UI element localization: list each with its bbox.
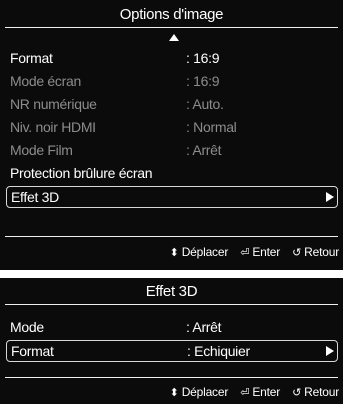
menu-item-label: Mode écran xyxy=(10,73,81,89)
hint-move: ⬍ Déplacer xyxy=(169,245,229,259)
menu-item-mode-ecran: Mode écran : 16:9 xyxy=(6,70,338,92)
menu-item-value: : Normal xyxy=(186,119,237,135)
menu-item-label: Mode Film xyxy=(10,142,73,158)
menu-item-value: : Auto. xyxy=(186,96,224,112)
key-guide: ⬍ Déplacer ⏎ Enter ↺ Retour xyxy=(169,385,340,399)
enter-icon: ⏎ xyxy=(240,247,250,259)
menu-item-value: : Arrêt xyxy=(186,142,222,158)
footer-divider xyxy=(5,236,338,237)
menu-title: Options d'image xyxy=(119,6,224,23)
up-down-arrows-icon: ⬍ xyxy=(169,247,179,259)
hint-move: ⬍ Déplacer xyxy=(169,385,229,399)
menu-item-effet-3d[interactable]: Effet 3D xyxy=(6,186,338,208)
picture-options-menu: Options d'image Format : 16:9 Mode écran… xyxy=(0,0,343,270)
scroll-up-icon[interactable] xyxy=(169,34,179,41)
footer-divider xyxy=(5,377,338,378)
enter-icon: ⏎ xyxy=(240,387,250,399)
menu-item-label: Protection brûlure écran xyxy=(10,165,153,181)
menu-item-value: : Arrêt xyxy=(186,319,222,335)
submenu-arrow-icon xyxy=(326,346,334,356)
menu-item-protection-brulure[interactable]: Protection brûlure écran xyxy=(6,162,338,184)
menu-item-label: Format xyxy=(10,50,53,66)
menu-item-value: : Echiquier xyxy=(187,343,250,359)
menu-item-niv-noir-hdmi: Niv. noir HDMI : Normal xyxy=(6,116,338,138)
menu-item-format[interactable]: Format : 16:9 xyxy=(6,47,338,69)
hint-enter: ⏎ Enter xyxy=(240,385,280,399)
menu-title: Effet 3D xyxy=(145,283,198,300)
hint-back: ↺ Retour xyxy=(292,245,339,259)
menu-item-label: Effet 3D xyxy=(11,189,59,205)
up-down-arrows-icon: ⬍ xyxy=(169,387,179,399)
menu-item-value: : 16:9 xyxy=(186,73,220,89)
return-icon: ↺ xyxy=(292,247,302,259)
effet-3d-menu: Effet 3D Mode : Arrêt Format : Echiquier… xyxy=(0,278,343,404)
menu-item-label: NR numérique xyxy=(10,96,97,112)
menu-item-mode[interactable]: Mode : Arrêt xyxy=(6,316,338,338)
hint-back: ↺ Retour xyxy=(292,385,339,399)
menu-item-format[interactable]: Format : Echiquier xyxy=(6,340,338,362)
menu-item-label: Mode xyxy=(10,319,44,335)
menu-item-label: Niv. noir HDMI xyxy=(10,119,96,135)
key-guide: ⬍ Déplacer ⏎ Enter ↺ Retour xyxy=(169,245,340,259)
return-icon: ↺ xyxy=(292,387,302,399)
menu-item-label: Format xyxy=(11,343,54,359)
title-divider xyxy=(5,304,338,305)
menu-item-mode-film: Mode Film : Arrêt xyxy=(6,139,338,161)
menu-item-value: : 16:9 xyxy=(186,50,220,66)
title-divider xyxy=(5,27,338,28)
submenu-arrow-icon xyxy=(326,192,334,202)
hint-enter: ⏎ Enter xyxy=(240,245,280,259)
menu-item-nr-numerique: NR numérique : Auto. xyxy=(6,93,338,115)
